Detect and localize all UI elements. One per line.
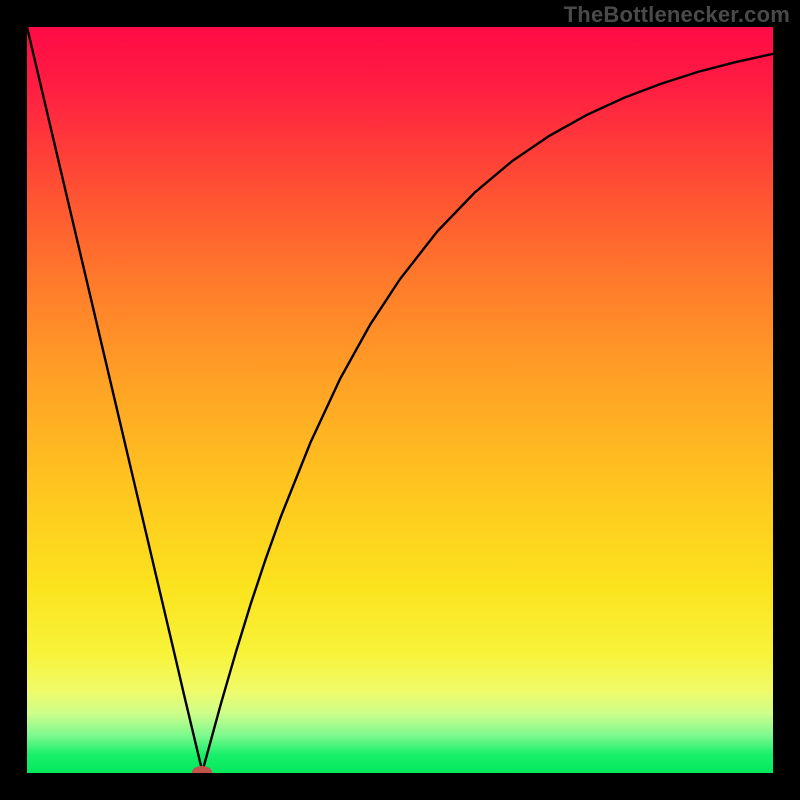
bottleneck-curve: [27, 27, 773, 773]
optimal-point-marker: [192, 766, 212, 774]
curve-path: [27, 27, 773, 772]
chart-container: TheBottlenecker.com: [0, 0, 800, 800]
attribution-label: TheBottlenecker.com: [564, 2, 790, 28]
plot-area: [27, 27, 773, 773]
